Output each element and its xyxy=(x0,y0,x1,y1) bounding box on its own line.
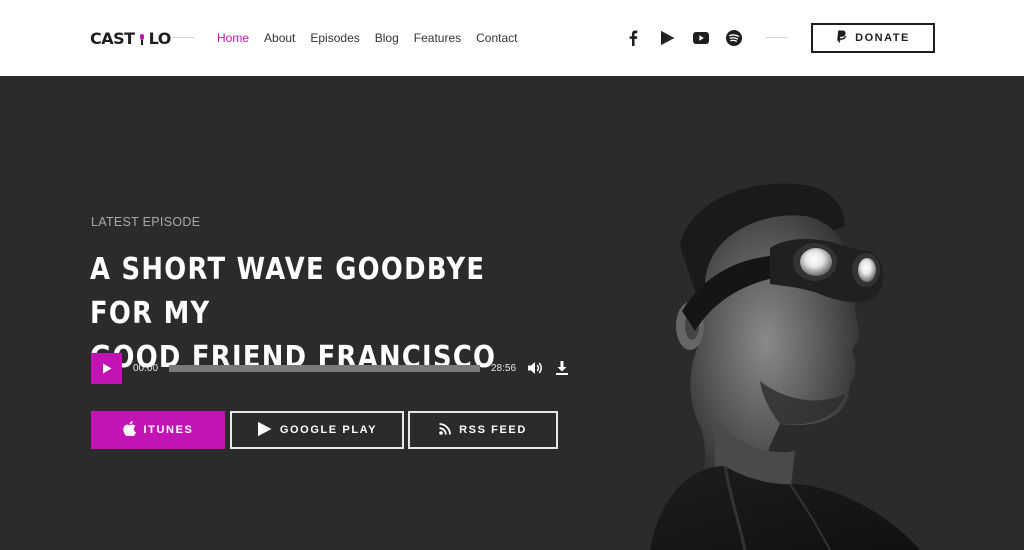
youtube-icon[interactable] xyxy=(691,28,711,48)
main-nav: Home About Episodes Blog Features Contac… xyxy=(217,31,518,45)
logo-text-left: CAST xyxy=(90,28,135,48)
play-button[interactable] xyxy=(91,353,122,384)
donate-button[interactable]: DONATE xyxy=(811,23,935,53)
nav-item-blog[interactable]: Blog xyxy=(375,31,399,45)
nav-item-features[interactable]: Features xyxy=(414,31,461,45)
itunes-button[interactable]: ITUNES xyxy=(91,411,225,449)
rss-icon xyxy=(439,422,451,438)
facebook-icon[interactable] xyxy=(623,28,643,48)
duration: 28:56 xyxy=(491,363,517,374)
google-play-icon xyxy=(257,421,272,440)
download-icon[interactable] xyxy=(555,360,569,381)
play-icon xyxy=(102,363,111,374)
progress-track[interactable] xyxy=(169,365,480,372)
episode-title-line-1: A SHORT WAVE GOODBYE FOR MY xyxy=(90,252,486,331)
divider xyxy=(172,37,194,38)
episode-eyebrow: LATEST EPISODE xyxy=(91,215,201,229)
divider xyxy=(766,37,788,38)
google-play-label: GOOGLE PLAY xyxy=(279,424,378,436)
paypal-icon xyxy=(836,30,847,46)
itunes-label: ITUNES xyxy=(143,424,194,436)
logo-text-right: LO xyxy=(148,28,172,48)
site-header: CAST LO Home About Episodes Blog Feature… xyxy=(0,0,1024,76)
google-play-icon[interactable] xyxy=(657,28,677,48)
logo[interactable]: CAST LO xyxy=(90,28,171,48)
volume-icon[interactable] xyxy=(527,360,543,381)
podcast-host-portrait xyxy=(650,183,920,550)
current-time: 00:00 xyxy=(133,363,159,374)
apple-icon xyxy=(122,421,136,439)
google-play-button[interactable]: GOOGLE PLAY xyxy=(230,411,404,449)
nav-item-episodes[interactable]: Episodes xyxy=(310,31,359,45)
donate-label: DONATE xyxy=(855,32,910,44)
nav-item-home[interactable]: Home xyxy=(217,31,249,45)
nav-item-contact[interactable]: Contact xyxy=(476,31,517,45)
rss-feed-button[interactable]: RSS FEED xyxy=(408,411,558,449)
rss-label: RSS FEED xyxy=(459,424,527,436)
spotify-icon[interactable] xyxy=(724,28,744,48)
microphone-icon xyxy=(138,30,146,46)
audio-player: 00:00 28:56 xyxy=(91,353,571,385)
nav-item-about[interactable]: About xyxy=(264,31,295,45)
hero-section: LATEST EPISODE A SHORT WAVE GOODBYE FOR … xyxy=(0,76,1024,550)
